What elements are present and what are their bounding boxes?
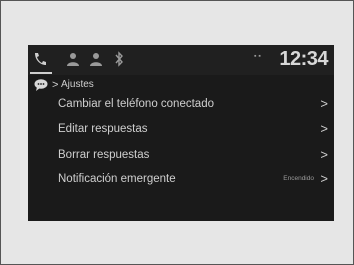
toggle-status: Encendido xyxy=(283,175,314,182)
menu-item-edit-responses[interactable]: Editar respuestas > xyxy=(58,119,328,139)
active-tab-indicator xyxy=(30,72,52,74)
contacts-icon[interactable] xyxy=(66,51,80,72)
chevron-right-icon: > xyxy=(320,96,328,111)
menu-item-label: Notificación emergente xyxy=(58,173,176,185)
bluetooth-icon xyxy=(114,51,124,72)
phone-icon[interactable] xyxy=(33,51,47,72)
signal-indicator: ▪ ▪ xyxy=(254,53,261,60)
infotainment-screen: ▪ ▪ 12:34 > Ajustes Cambiar el teléfono … xyxy=(28,45,334,221)
menu-item-popup-notification[interactable]: Notificación emergente Encendido > xyxy=(58,169,328,189)
chevron-right-icon: > xyxy=(320,147,328,162)
speech-bubble-icon xyxy=(34,79,48,97)
menu-item-change-phone[interactable]: Cambiar el teléfono conectado > xyxy=(58,94,328,114)
menu-item-delete-responses[interactable]: Borrar respuestas > xyxy=(58,145,328,165)
chevron-right-icon: > xyxy=(320,121,328,136)
clock: 12:34 xyxy=(279,48,328,70)
chevron-right-icon: > xyxy=(320,171,328,186)
status-bar: ▪ ▪ 12:34 xyxy=(28,45,334,75)
breadcrumb-separator: > xyxy=(52,79,59,91)
menu-item-label: Cambiar el teléfono conectado xyxy=(58,98,214,110)
voice-icon[interactable] xyxy=(90,51,104,72)
breadcrumb-label: Ajustes xyxy=(61,79,94,90)
menu-item-label: Borrar respuestas xyxy=(58,149,150,161)
menu-item-label: Editar respuestas xyxy=(58,123,148,135)
